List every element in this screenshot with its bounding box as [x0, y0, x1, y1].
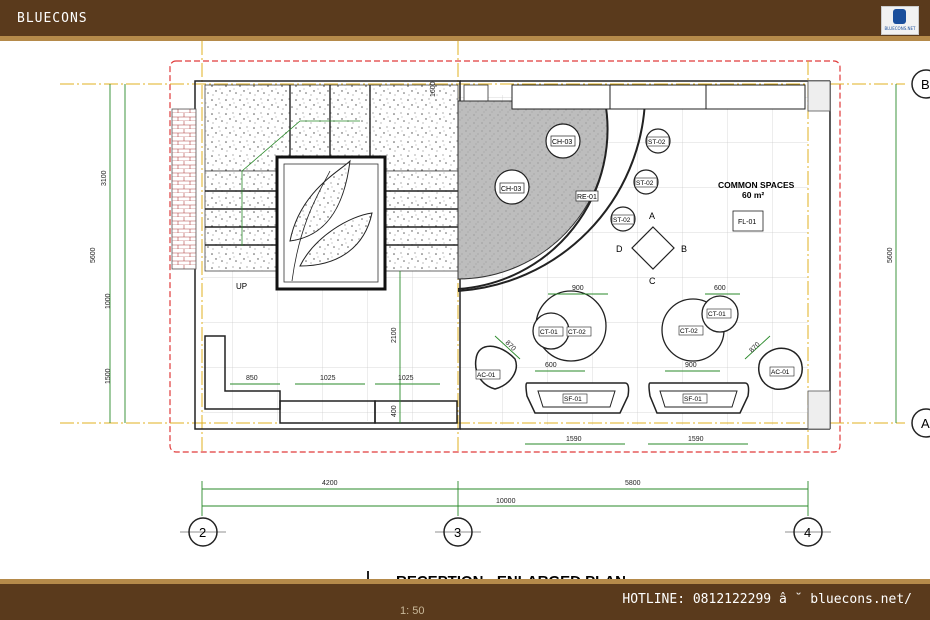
sofa-right: SF-01: [648, 382, 750, 414]
floor-plan-drawing: UP CH-03 CH-03 RE-01 ST-02 ST-02 ST-02 C: [60, 41, 930, 586]
dim-1590-a: 1590: [566, 436, 582, 443]
svg-text:2: 2: [199, 525, 206, 540]
bluecons-logo: BLUECONS.NET: [881, 6, 919, 35]
svg-text:CH-03: CH-03: [552, 139, 572, 146]
armchair-right: AC-01: [758, 347, 803, 390]
stair-flight-left: [204, 170, 278, 272]
svg-text:CH-03: CH-03: [501, 186, 521, 193]
dim-1600: 1600: [430, 81, 437, 97]
room-area: 60 m²: [742, 190, 764, 200]
svg-text:CT-01: CT-01: [540, 329, 558, 336]
dim-600-b: 600: [714, 285, 726, 292]
dim-850: 850: [246, 375, 258, 382]
grid-bubble-2: 2: [180, 517, 226, 547]
grid-bubble-b: B: [911, 69, 930, 99]
svg-text:ST-02: ST-02: [648, 139, 666, 146]
svg-text:CT-02: CT-02: [568, 329, 586, 336]
room-name: COMMON SPACES: [718, 180, 795, 190]
dim-10000: 10000: [496, 498, 516, 505]
marker-c: C: [649, 276, 656, 286]
brick-wall: [171, 108, 197, 270]
svg-text:AC-01: AC-01: [477, 372, 496, 379]
column-bottom: [807, 390, 831, 430]
svg-text:ST-02: ST-02: [613, 217, 631, 224]
svg-text:SF-01: SF-01: [564, 396, 582, 403]
svg-text:A: A: [921, 416, 930, 431]
dim-5600-right: 5600: [887, 247, 894, 263]
chair-ch03: CH-03: [545, 123, 581, 159]
svg-text:CT-02: CT-02: [680, 328, 698, 335]
dim-5800: 5800: [625, 480, 641, 487]
chair-ch03: CH-03: [494, 169, 530, 205]
dim-900-a: 900: [572, 285, 584, 292]
svg-text:CT-01: CT-01: [708, 311, 726, 318]
grid-bubble-3: 3: [435, 517, 481, 547]
dim-1590-b: 1590: [688, 436, 704, 443]
sofa-left: SF-01: [525, 382, 630, 414]
dim-1025-b: 1025: [398, 375, 414, 382]
brand-name: BLUECONS: [17, 11, 88, 26]
svg-text:4: 4: [804, 525, 811, 540]
dim-1500: 1500: [105, 368, 112, 384]
stair-flight-right: [384, 170, 459, 272]
svg-text:AC-01: AC-01: [771, 369, 790, 376]
dim-3100: 3100: [101, 170, 108, 186]
reception-tag: RE-01: [577, 194, 597, 201]
logo-mark: [893, 9, 906, 24]
dim-1025-a: 1025: [320, 375, 336, 382]
stool-st02: ST-02: [645, 128, 671, 154]
svg-text:B: B: [921, 77, 930, 92]
stool-st02: ST-02: [610, 206, 636, 232]
dim-5600: 5600: [90, 247, 97, 263]
hotline-text: HOTLINE: 0812122299 â ˘ bluecons.net/: [622, 592, 912, 607]
logo-caption: BLUECONS.NET: [884, 26, 916, 31]
dim-1000: 1000: [105, 293, 112, 309]
dim-2100: 2100: [391, 327, 398, 343]
dim-900-b: 900: [685, 362, 697, 369]
svg-text:SF-01: SF-01: [684, 396, 702, 403]
svg-text:3: 3: [454, 525, 461, 540]
back-counter: [511, 84, 806, 110]
stair-up-label: UP: [236, 282, 247, 291]
marker-b: B: [681, 244, 687, 254]
column-top: [807, 80, 831, 112]
grid-bubble-a: A: [911, 408, 930, 438]
floor-tag: FL-01: [738, 219, 756, 226]
marker-d: D: [616, 244, 623, 254]
header-bar: BLUECONS BLUECONS.NET: [0, 0, 930, 37]
dim-4200: 4200: [322, 480, 338, 487]
grid-bubble-4: 4: [785, 517, 831, 547]
scale-label: 1: 50: [400, 605, 424, 617]
scale-label-svg: 1: 50: [400, 605, 424, 617]
floor-tiles-left: [202, 271, 457, 421]
dim-600-a: 600: [545, 362, 557, 369]
dim-400: 400: [391, 405, 398, 417]
svg-text:ST-02: ST-02: [636, 180, 654, 187]
marker-a: A: [649, 211, 655, 221]
stool-st02: ST-02: [633, 169, 659, 195]
